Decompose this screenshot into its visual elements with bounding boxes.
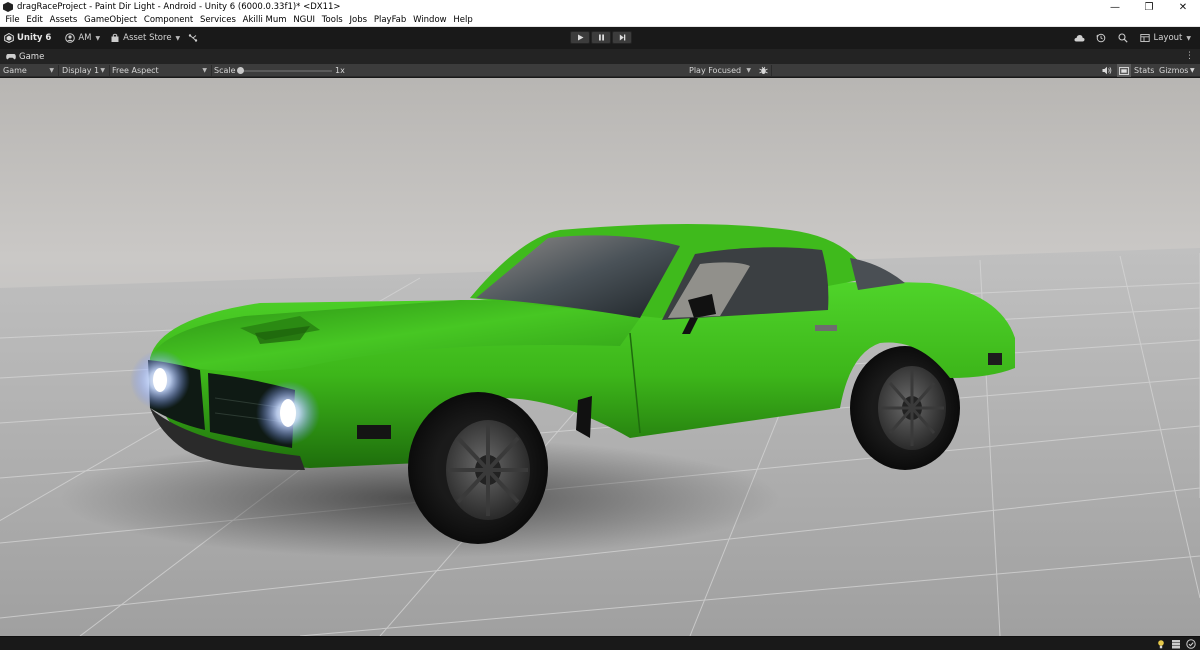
version-control-button[interactable] bbox=[184, 30, 205, 46]
menu-bar: File Edit Assets GameObject Component Se… bbox=[0, 14, 1200, 27]
menu-gameobject[interactable]: GameObject bbox=[81, 15, 141, 25]
menu-ngui[interactable]: NGUI bbox=[290, 15, 318, 25]
menu-akilli-mum[interactable]: Akilli Mum bbox=[239, 15, 290, 25]
tab-menu-button[interactable]: ⋮ bbox=[1185, 51, 1194, 61]
scale-slider-track[interactable] bbox=[240, 70, 332, 72]
aspect-dropdown[interactable]: Free Aspect ▼ bbox=[112, 64, 210, 77]
step-icon bbox=[619, 34, 625, 41]
window-title-bar: dragRaceProject - Paint Dir Light - Andr… bbox=[0, 0, 1200, 14]
minimize-button[interactable]: — bbox=[1098, 0, 1132, 14]
divider bbox=[771, 65, 772, 76]
game-viewport[interactable] bbox=[0, 78, 1200, 636]
chevron-down-icon: ▼ bbox=[1186, 34, 1191, 42]
status-bar bbox=[0, 636, 1200, 650]
gizmos-button[interactable]: Gizmos bbox=[1159, 64, 1188, 77]
play-mode-dropdown[interactable]: Play Focused ▼ bbox=[689, 64, 754, 77]
view-mode-label: Game bbox=[3, 66, 27, 75]
asset-store-icon bbox=[110, 33, 120, 43]
play-button[interactable] bbox=[570, 31, 590, 44]
headlight-right bbox=[280, 399, 296, 427]
play-controls bbox=[570, 31, 632, 44]
lighting-icon[interactable] bbox=[1155, 638, 1166, 649]
tab-game-label: Game bbox=[19, 51, 45, 62]
scale-readout: 1x bbox=[335, 66, 345, 75]
divider bbox=[211, 65, 212, 76]
asset-store-label: Asset Store bbox=[123, 33, 172, 43]
unity-app-icon bbox=[3, 2, 13, 12]
rear-marker bbox=[988, 353, 1002, 365]
step-button[interactable] bbox=[612, 31, 632, 44]
play-icon bbox=[577, 34, 583, 41]
chevron-down-icon: ▼ bbox=[175, 34, 181, 42]
menu-jobs[interactable]: Jobs bbox=[346, 15, 370, 25]
chevron-down-icon: ▼ bbox=[202, 67, 207, 74]
history-icon[interactable] bbox=[1090, 29, 1112, 47]
account-icon bbox=[65, 33, 76, 43]
menu-file[interactable]: File bbox=[2, 15, 23, 25]
account-button[interactable]: AM ▼ bbox=[61, 30, 104, 46]
gizmos-chevron-icon[interactable]: ▼ bbox=[1190, 64, 1195, 77]
pause-button[interactable] bbox=[591, 31, 611, 44]
game-tab-strip: Game bbox=[0, 49, 1200, 64]
display-dropdown[interactable]: Display 1 ▼ bbox=[62, 64, 108, 77]
cache-icon[interactable] bbox=[1170, 638, 1181, 649]
chevron-down-icon: ▼ bbox=[100, 67, 105, 74]
front-wheel bbox=[408, 392, 548, 544]
menu-window[interactable]: Window bbox=[410, 15, 450, 25]
door-handle bbox=[815, 325, 837, 331]
menu-services[interactable]: Services bbox=[197, 15, 240, 25]
unity-label: Unity 6 bbox=[17, 33, 52, 43]
menu-edit[interactable]: Edit bbox=[23, 15, 46, 25]
window-title: dragRaceProject - Paint Dir Light - Andr… bbox=[17, 2, 341, 12]
cloud-icon[interactable] bbox=[1068, 29, 1090, 47]
view-mode-dropdown[interactable]: Game ▼ bbox=[3, 64, 57, 77]
divider bbox=[58, 65, 59, 76]
close-button[interactable]: ✕ bbox=[1166, 0, 1200, 14]
aspect-icon bbox=[1119, 66, 1129, 75]
chevron-down-icon: ▼ bbox=[95, 34, 101, 42]
check-icon[interactable] bbox=[1185, 638, 1196, 649]
display-label: Display 1 bbox=[62, 66, 100, 75]
game-view-toolbar: Game ▼ Display 1 ▼ Free Aspect ▼ Scale 1… bbox=[0, 64, 1200, 77]
status-icons bbox=[1155, 638, 1196, 649]
menu-tools[interactable]: Tools bbox=[318, 15, 346, 25]
play-mode-label: Play Focused bbox=[689, 66, 742, 75]
scale-slider-thumb[interactable] bbox=[237, 67, 244, 74]
turn-signal bbox=[357, 425, 391, 439]
version-control-icon bbox=[188, 33, 198, 43]
game-controller-icon bbox=[6, 54, 16, 60]
tab-game[interactable]: Game bbox=[0, 49, 50, 64]
search-icon[interactable] bbox=[1112, 29, 1134, 47]
account-label: AM bbox=[78, 33, 92, 43]
asset-store-button[interactable]: Asset Store ▼ bbox=[106, 30, 184, 46]
chevron-down-icon: ▼ bbox=[746, 67, 751, 74]
menu-assets[interactable]: Assets bbox=[46, 15, 80, 25]
layout-icon bbox=[1140, 33, 1151, 43]
pause-icon bbox=[598, 34, 604, 41]
layout-label: Layout bbox=[1153, 33, 1183, 43]
menu-component[interactable]: Component bbox=[141, 15, 197, 25]
audio-mute-button[interactable] bbox=[1102, 64, 1112, 77]
right-toolbar: Layout ▼ bbox=[1068, 29, 1200, 47]
aspect-label: Free Aspect bbox=[112, 66, 159, 75]
aspect-toggle-button[interactable] bbox=[1117, 64, 1131, 77]
unity-button[interactable]: Unity 6 bbox=[0, 30, 55, 46]
menu-help[interactable]: Help bbox=[450, 15, 476, 25]
restore-button[interactable]: ❐ bbox=[1132, 0, 1166, 14]
unity-logo-icon bbox=[4, 33, 14, 43]
layout-dropdown[interactable]: Layout ▼ bbox=[1134, 30, 1197, 46]
bug-icon[interactable] bbox=[759, 64, 768, 77]
stats-button[interactable]: Stats bbox=[1134, 64, 1154, 77]
scale-label: Scale bbox=[214, 66, 236, 75]
divider bbox=[109, 65, 110, 76]
menu-playfab[interactable]: PlayFab bbox=[370, 15, 409, 25]
chevron-down-icon: ▼ bbox=[49, 67, 54, 74]
headlight-left bbox=[153, 368, 167, 392]
audio-icon bbox=[1102, 66, 1112, 75]
